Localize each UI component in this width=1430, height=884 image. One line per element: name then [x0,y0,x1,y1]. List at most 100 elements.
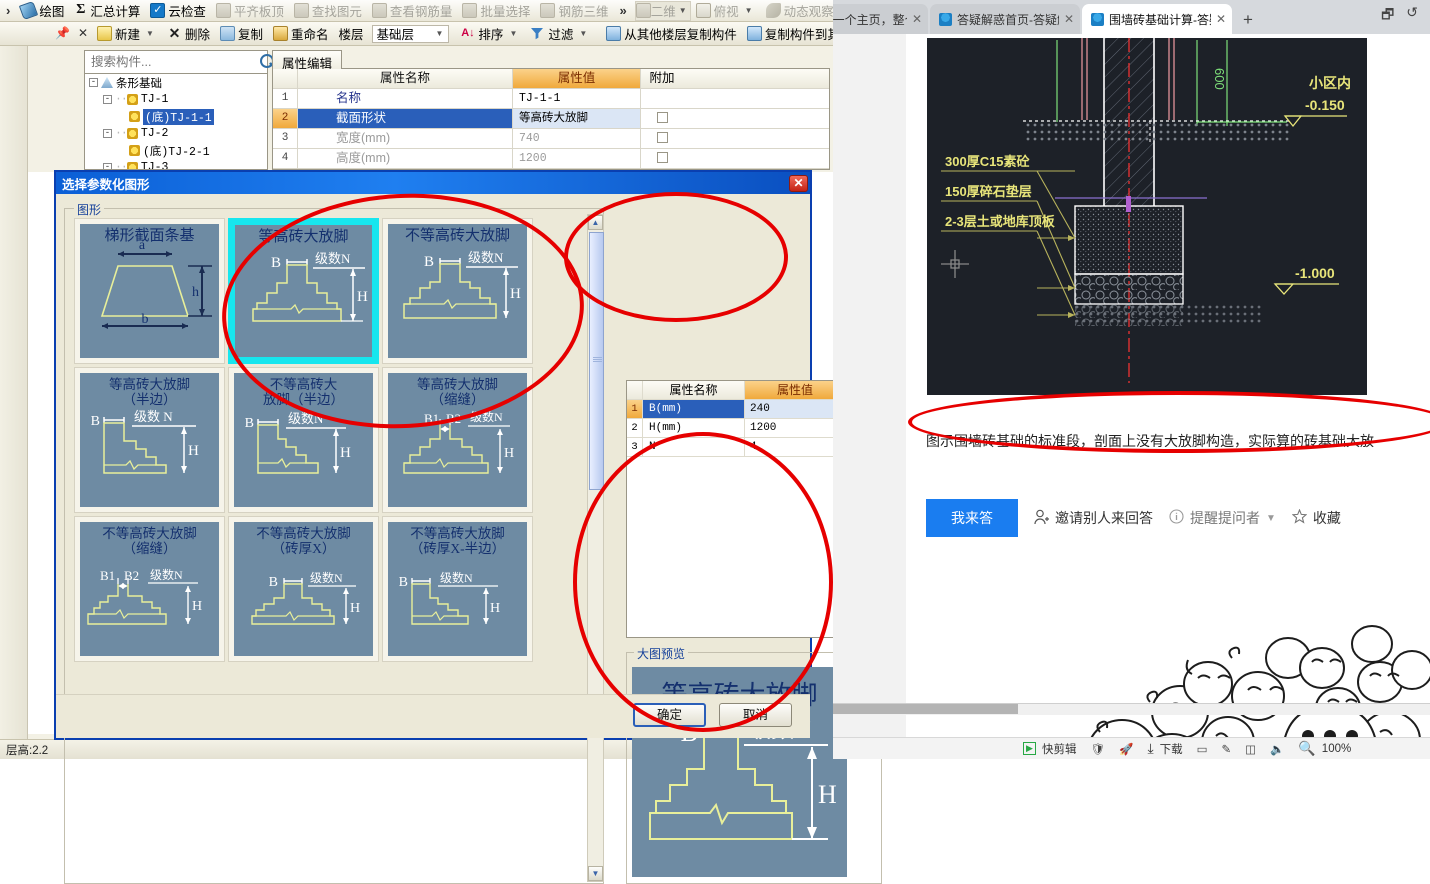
split-icon[interactable]: ◫ [1245,742,1256,756]
shape-list-scrollbar[interactable]: ▲ ▼ [587,214,604,882]
window-icon[interactable]: ▭ [1197,742,1208,756]
toolbar-button-top-view[interactable]: 俯视 ▼ [691,1,761,21]
toolbar-button-align-slab[interactable]: 平齐板顶 [211,1,289,21]
search-input[interactable] [85,55,258,69]
left-tool-dock[interactable] [0,46,28,759]
toolbar-button-batch-select[interactable]: 批量选择 [457,1,535,21]
close-icon[interactable]: ✕ [78,26,88,40]
toolbar-button-copy-from-floor[interactable]: 从其他楼层复制构件 [601,24,742,44]
expander-icon[interactable]: - [89,78,98,87]
row-value[interactable]: 240 [745,400,845,418]
tab-property-editor[interactable]: 属性编辑 [272,50,343,71]
row-value[interactable]: 740 [513,129,641,148]
shape-cell-trapezoid[interactable]: 梯形截面条基 a b h [74,218,225,364]
close-icon[interactable]: ✕ [912,12,922,26]
parameter-row[interactable]: 3 N 4 [627,438,845,457]
expander-icon-tj2[interactable]: - [103,129,112,138]
row-value[interactable]: 1200 [745,419,845,437]
chevron-up-icon[interactable]: ▲ [588,215,603,230]
row-value[interactable]: 4 [745,438,845,456]
component-tree[interactable]: - 条形基础 - ·· TJ-1 (底)TJ-1-1 - ·· TJ-2 (底)… [84,74,268,170]
tree-node-tj3[interactable]: - ·· TJ-3 [85,159,267,169]
browser-tab-2-active[interactable]: 围墙砖基础计算-答疑解惑 ✕ [1082,4,1232,34]
checkbox[interactable] [656,152,668,163]
tree-node-tj2[interactable]: - ·· TJ-2 [85,125,267,142]
favorite-action[interactable]: 收藏 [1291,508,1341,528]
page-content[interactable]: 600 -0.150 小区内 300厚C15素砼 150厚碎石垫层 2-3层土或… [833,34,1430,737]
chevron-down-icon-remind[interactable]: ▼ [1266,513,1276,524]
pin-icon[interactable]: 📌 [55,26,70,40]
expander-icon-tj3[interactable]: - [103,163,112,169]
close-icon[interactable]: ✕ [1216,12,1226,26]
parameter-row[interactable]: 2 H(mm) 1200 [627,419,845,438]
chevron-down-icon-filter[interactable]: ▼ [576,29,590,38]
shape-cell-equal-half[interactable]: 等高砖大放脚 （半边） B 级数 N H [74,367,225,513]
zoom-level[interactable]: 🔍 100% [1298,740,1351,757]
toolbar-button-delete[interactable]: ✕ 删除 [162,24,215,44]
table-row-selected[interactable]: 2 截面形状 等高砖大放脚 [273,109,829,129]
shape-cell-unequal-joint[interactable]: 不等高砖大放脚 （缩缝） B1 B2 级数N H [74,516,225,662]
row-extra[interactable] [641,149,683,168]
parameter-table[interactable]: 属性名称 属性值 1 B(mm) 240 2 H(mm) 1200 3 N 4 [626,380,846,638]
clip-tool[interactable]: ▶ 快剪辑 [1023,741,1077,757]
toolbar-button-sort[interactable]: A↓ 排序 ▼ [455,24,525,44]
browser-tab-0[interactable]: 导航_一个主页，整个 ✕ [833,4,928,34]
toolbar-button-cloud-check[interactable]: ✓ 云检查 [145,1,211,21]
parameter-row-selected[interactable]: 1 B(mm) 240 [627,400,845,419]
toolbar-button-rebar-3d[interactable]: 钢筋三维 [535,1,613,21]
page-horizontal-scrollbar[interactable] [833,703,1430,715]
table-row[interactable]: 4 高度(mm) 1200 [273,149,829,169]
chevron-down-icon-2[interactable]: ▼ [742,6,756,15]
ok-button[interactable]: 确定 [633,703,706,727]
chevron-down-icon[interactable]: ▼ [676,6,690,15]
toolbar-button-summary[interactable]: Σ 汇总计算 [69,1,145,21]
rocket-icon[interactable]: 🚀 [1119,742,1133,756]
shape-grid-container[interactable]: 梯形截面条基 a b h 等高砖大放脚 B 级数N H 不等高砖大放脚 B 级数… [72,216,596,876]
invite-action[interactable]: 邀请别人来回答 [1034,508,1153,528]
scrollbar-thumb[interactable] [589,232,604,490]
remind-action[interactable]: 提醒提问者 ▼ [1169,508,1276,528]
row-value[interactable]: 1200 [513,149,641,168]
chevron-down-icon[interactable]: ▼ [588,866,603,881]
table-row[interactable]: 3 宽度(mm) 740 [273,129,829,149]
toolbar-button-draw[interactable]: 绘图 [16,0,69,21]
row-extra[interactable] [641,109,683,128]
chevron-down-icon-new[interactable]: ▼ [143,29,157,38]
shape-cell-unequal-half[interactable]: 不等高砖大 放脚（半边） B 级数N H [228,367,379,513]
toolbar-button-find-element[interactable]: 查找图元 [289,1,367,21]
shape-cell-equal-step-selected[interactable]: 等高砖大放脚 B 级数N H [228,218,379,364]
chevron-down-icon-floor[interactable]: ▼ [433,29,447,38]
new-tab-icon[interactable]: + [1234,10,1262,34]
shield-icon[interactable]: 🛡 [1091,742,1106,756]
cancel-button[interactable]: 取消 [719,703,792,727]
row-value[interactable]: 等高砖大放脚 [513,109,641,128]
restore-icon[interactable]: 🗗 [1381,4,1394,28]
toolbar-button-copy[interactable]: 复制 [215,24,268,44]
toolbar-overflow-icon[interactable]: » [613,3,632,18]
scrollbar-thumb[interactable] [833,704,1018,714]
table-row[interactable]: 1 名称 TJ-1-1 [273,89,829,109]
row-value[interactable]: TJ-1-1 [513,89,641,108]
toolbar-button-copy-to-floor[interactable]: 复制构件到其他楼层 [742,24,833,44]
close-icon[interactable]: ✕ [1064,12,1074,26]
expander-icon-tj1[interactable]: - [103,95,112,104]
toolbar-button-view-rebar[interactable]: 查看钢筋量 [367,1,458,21]
tree-node-tj2-1[interactable]: (底)TJ-2-1 [85,142,267,159]
toolbar-button-orbit[interactable]: 动态观察 [761,1,833,21]
tree-node-strip-foundation[interactable]: - 条形基础 [85,74,267,91]
toolbar-button-new[interactable]: 新建 ▼ [92,24,162,44]
floor-select[interactable]: 基础层 ▼ [371,24,450,43]
toolbar-button-rename[interactable]: 重命名 [268,24,334,44]
download-tool[interactable]: ⤓ 下载 [1147,740,1182,757]
answer-button[interactable]: 我来答 [926,499,1018,537]
shape-cell-equal-joint[interactable]: 等高砖大放脚 （缩缝） B1 B2 级数N H [382,367,533,513]
pen-tool-icon[interactable]: ✎ [1222,742,1232,756]
shape-cell-unequal-step[interactable]: 不等高砖大放脚 B 级数N H [382,218,533,364]
toolbar-left-overflow-icon[interactable]: › [0,3,16,18]
property-table[interactable]: 属性名称 属性值 附加 1 名称 TJ-1-1 2 截面形状 等高砖大放脚 3 … [272,69,830,170]
search-icon[interactable] [258,53,274,71]
browser-tab-1[interactable]: 答疑解惑首页-答疑解惑- ✕ [930,4,1080,34]
toolbar-button-filter[interactable]: 过滤 ▼ [525,24,595,44]
shape-cell-unequal-thick-half[interactable]: 不等高砖大放脚 （砖厚X-半边） B 级数N H [382,516,533,662]
refresh-icon[interactable]: ↺ [1406,4,1418,28]
